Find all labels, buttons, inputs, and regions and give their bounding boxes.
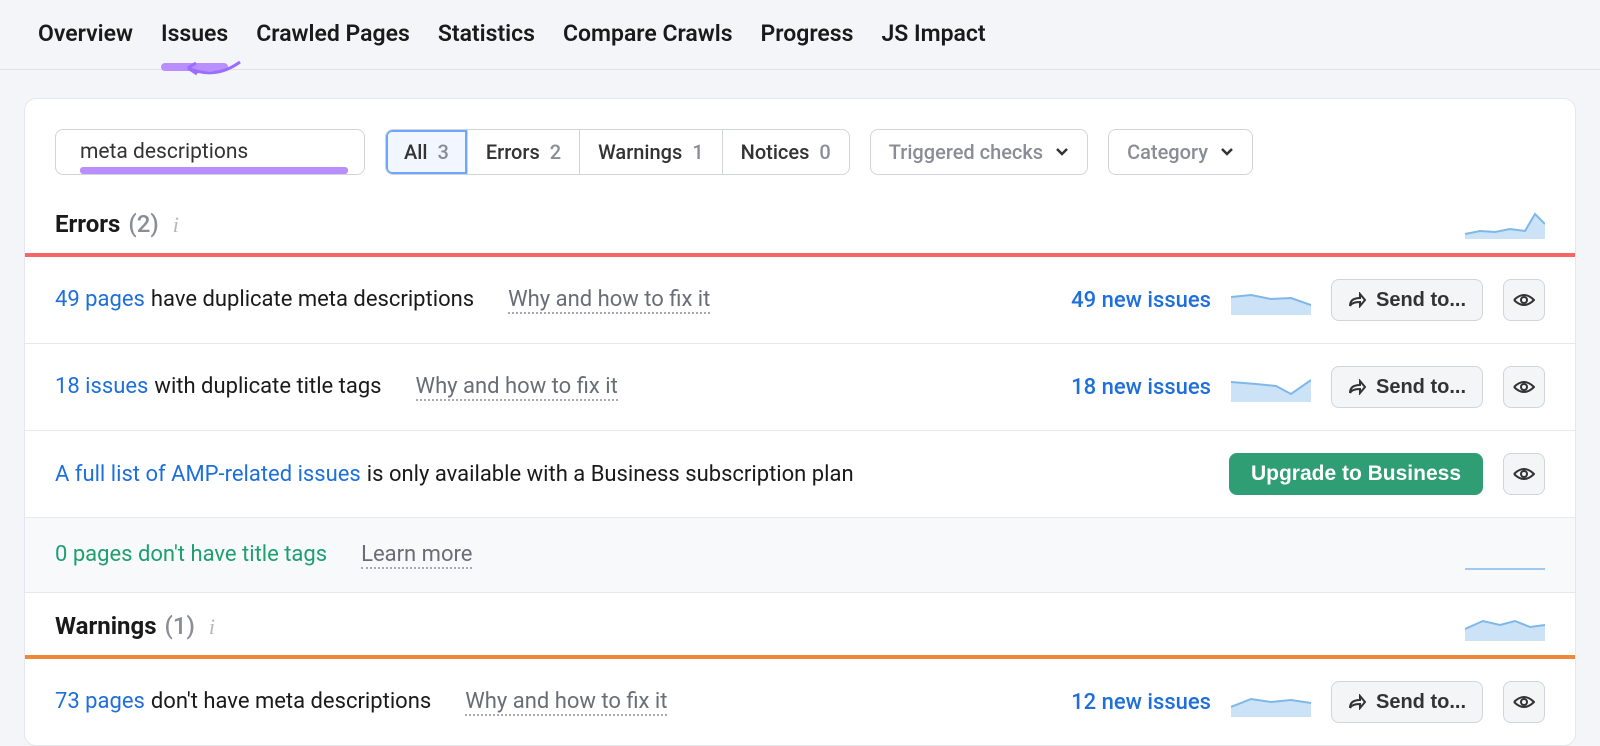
- chevron-down-icon: [1220, 147, 1234, 157]
- share-arrow-icon: [1348, 694, 1366, 710]
- eye-icon: [1513, 379, 1535, 395]
- warnings-sparkline: [1465, 611, 1545, 641]
- filter-warnings[interactable]: Warnings1: [580, 130, 723, 174]
- sparkline: [1231, 285, 1311, 315]
- eye-button[interactable]: [1503, 279, 1545, 321]
- issue-row: 18 issues with duplicate title tags Why …: [25, 344, 1575, 431]
- issue-row: 49 pages have duplicate meta description…: [25, 257, 1575, 344]
- issue-link[interactable]: 73 pages: [55, 689, 145, 714]
- send-to-button[interactable]: Send to...: [1331, 279, 1483, 321]
- issue-link[interactable]: 0 pages don't have title tags: [55, 542, 327, 567]
- tab-overview[interactable]: Overview: [24, 0, 147, 69]
- issue-link[interactable]: 49 pages: [55, 287, 145, 312]
- issue-text: is only available with a Business subscr…: [367, 462, 854, 487]
- category-dropdown[interactable]: Category: [1108, 129, 1253, 175]
- filter-errors[interactable]: Errors2: [468, 130, 580, 174]
- tab-progress[interactable]: Progress: [747, 0, 868, 69]
- send-to-button[interactable]: Send to...: [1331, 681, 1483, 723]
- new-issues-count[interactable]: 49 new issues: [1071, 288, 1211, 313]
- errors-title: Errors: [55, 210, 120, 238]
- info-icon[interactable]: i: [173, 212, 179, 238]
- new-issues-count[interactable]: 18 new issues: [1071, 375, 1211, 400]
- eye-button[interactable]: [1503, 453, 1545, 495]
- eye-button[interactable]: [1503, 681, 1545, 723]
- tab-js-impact[interactable]: JS Impact: [867, 0, 999, 69]
- eye-icon: [1513, 292, 1535, 308]
- warnings-count: (1): [165, 612, 195, 640]
- triggered-checks-dropdown[interactable]: Triggered checks: [870, 129, 1088, 175]
- search-wrap: [55, 129, 365, 175]
- upgrade-button[interactable]: Upgrade to Business: [1229, 453, 1483, 495]
- filter-all[interactable]: All3: [386, 130, 468, 174]
- sparkline: [1231, 687, 1311, 717]
- issue-text: have duplicate meta descriptions: [151, 287, 474, 312]
- info-icon[interactable]: i: [209, 614, 215, 640]
- annotation-arrow-icon: [180, 58, 250, 82]
- issue-link[interactable]: 18 issues: [55, 374, 148, 399]
- toolbar: All3 Errors2 Warnings1 Notices0 Triggere…: [25, 129, 1575, 191]
- tab-statistics[interactable]: Statistics: [424, 0, 549, 69]
- issue-row-zero: 0 pages don't have title tags Learn more: [25, 518, 1575, 593]
- eye-icon: [1513, 694, 1535, 710]
- errors-count: (2): [128, 210, 158, 238]
- warnings-title: Warnings: [55, 612, 157, 640]
- issue-text: with duplicate title tags: [154, 374, 381, 399]
- help-link[interactable]: Why and how to fix it: [416, 374, 618, 401]
- help-link[interactable]: Why and how to fix it: [465, 689, 667, 716]
- new-issues-count[interactable]: 12 new issues: [1071, 690, 1211, 715]
- errors-sparkline: [1465, 209, 1545, 239]
- tab-crawled-pages[interactable]: Crawled Pages: [242, 0, 424, 69]
- send-to-button[interactable]: Send to...: [1331, 366, 1483, 408]
- help-link[interactable]: Learn more: [361, 542, 472, 569]
- sparkline-flat: [1465, 540, 1545, 570]
- errors-header: Errors (2) i: [25, 191, 1575, 253]
- filter-notices[interactable]: Notices0: [723, 130, 849, 174]
- help-link[interactable]: Why and how to fix it: [508, 287, 710, 314]
- issue-text: don't have meta descriptions: [151, 689, 431, 714]
- search-input[interactable]: [80, 140, 348, 164]
- issue-link[interactable]: A full list of AMP-related issues: [55, 462, 361, 487]
- issues-panel: All3 Errors2 Warnings1 Notices0 Triggere…: [24, 98, 1576, 746]
- tab-compare-crawls[interactable]: Compare Crawls: [549, 0, 747, 69]
- issue-row-upsell: A full list of AMP-related issues is onl…: [25, 431, 1575, 518]
- share-arrow-icon: [1348, 292, 1366, 308]
- warnings-header: Warnings (1) i: [25, 593, 1575, 655]
- eye-button[interactable]: [1503, 366, 1545, 408]
- filter-segment: All3 Errors2 Warnings1 Notices0: [385, 129, 850, 175]
- eye-icon: [1513, 466, 1535, 482]
- chevron-down-icon: [1055, 147, 1069, 157]
- share-arrow-icon: [1348, 379, 1366, 395]
- issue-row: 73 pages don't have meta descriptions Wh…: [25, 659, 1575, 745]
- sparkline: [1231, 372, 1311, 402]
